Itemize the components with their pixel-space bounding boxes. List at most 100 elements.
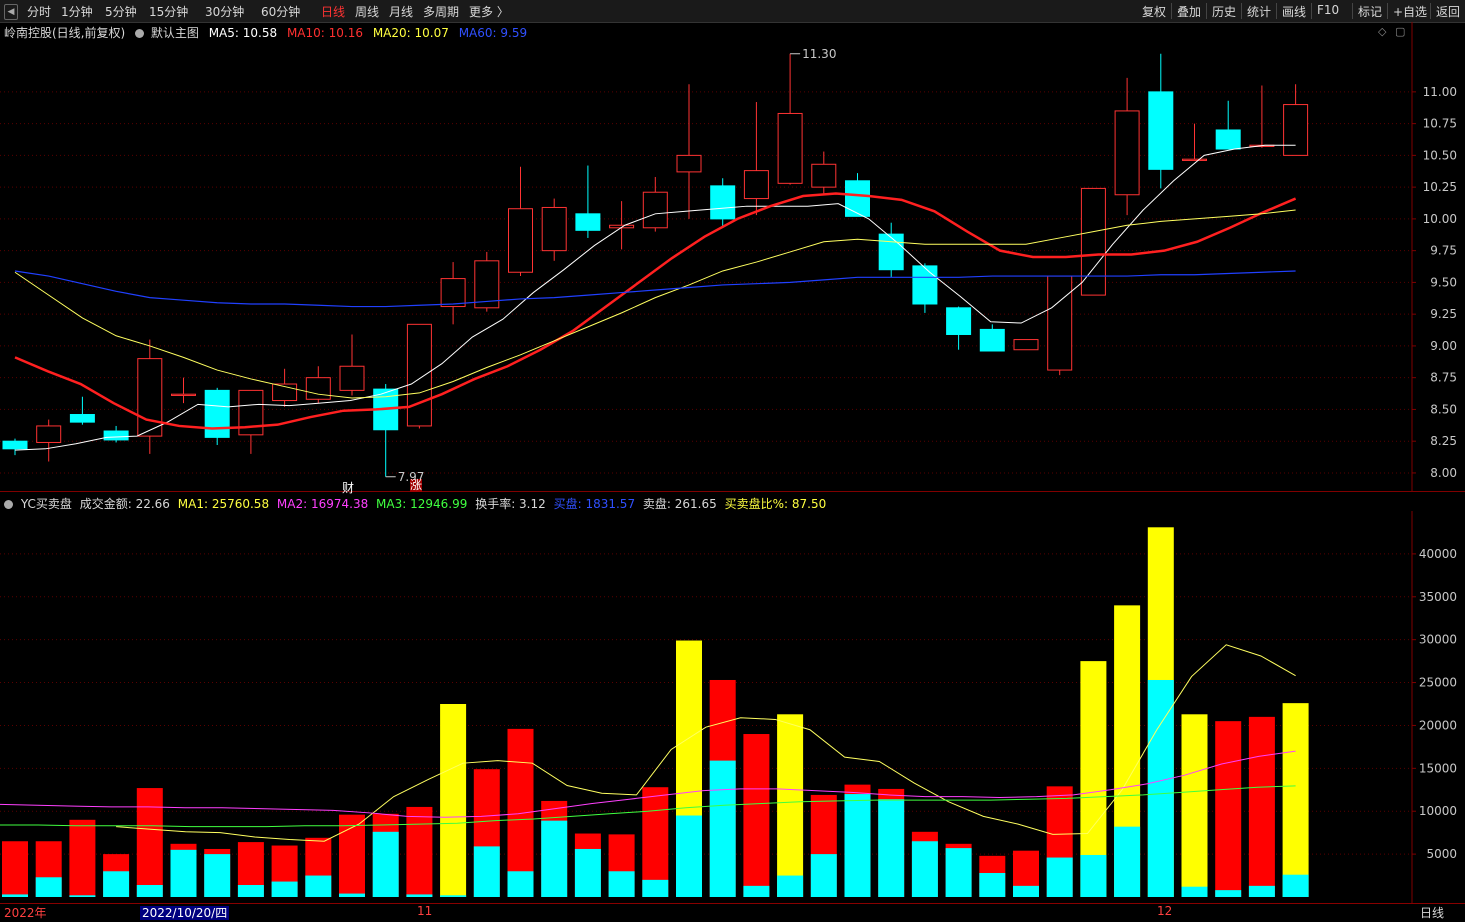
volume-buy-bar [1080,854,1107,897]
volume-buy-bar [777,875,804,897]
candle-body [171,393,196,396]
candle-body [575,213,601,231]
candle-body [1215,129,1241,150]
selected-date-text: 2022/10/20/四 [140,906,230,920]
price-tick-label: 9.75 [1430,244,1457,258]
volume-buy-bar [305,875,332,897]
price-tick-label: 11.00 [1423,85,1457,99]
period-tab-3[interactable]: 15分钟 [149,3,188,20]
price-tick-label: 10.75 [1423,117,1457,131]
candle-body [69,414,95,423]
period-toolbar: ◀ 分时 1分钟 5分钟 15分钟 30分钟 60分钟 日线 周线 月线 多周期 更多 〉 返回 +自选… [0,0,1465,23]
volume-buy-bar [136,884,163,897]
volume-buy-bar [406,894,433,897]
vol-ma3-label: MA3: 12946.99 [376,497,468,511]
earnings-marker[interactable]: 财 [342,479,354,496]
price-tick-label: 9.00 [1430,339,1457,353]
volume-buy-bar [2,894,28,897]
volume-buy-bar [574,848,601,897]
toolbar-button-7[interactable]: +自选 [1393,3,1427,20]
price-tick-label: 8.75 [1430,371,1457,385]
toolbar-button-6[interactable]: 标记 [1358,3,1382,20]
amount-label: 成交金额: 22.66 [79,497,170,511]
price-tick-label: 8.50 [1430,402,1457,416]
candle-body [508,208,533,273]
period-tab-8[interactable]: 月线 [389,3,413,20]
candle-body [710,185,736,220]
volume-tick-label: 35000 [1419,590,1457,604]
period-tab-1[interactable]: 1分钟 [61,3,93,20]
candle-body [912,265,938,305]
period-tab-5[interactable]: 60分钟 [261,3,300,20]
volume-buy-bar [878,799,905,897]
volume-buy-bar [440,895,467,897]
price-tick-label: 8.00 [1430,466,1457,480]
price-tick-label: 9.50 [1430,275,1457,289]
volume-tick-label: 5000 [1426,847,1457,861]
volume-buy-bar [69,895,96,897]
volume-total-bar [440,704,467,897]
volume-chart[interactable]: 40000 35000 30000 25000 20000 15000 10000 5000 [0,511,1465,903]
toolbar-button-0[interactable]: 复权 [1142,3,1166,20]
candle-body [305,377,331,400]
turnover-label: 换手率: 3.12 [475,497,546,511]
toolbar-button-3[interactable]: 统计 [1247,3,1271,20]
candle-body [103,430,129,441]
candle-body [946,307,972,335]
volume-buy-bar [507,871,534,897]
toolbar-button-5[interactable]: F10 [1317,3,1339,17]
toolbar-separator [1352,3,1353,19]
vol-ma2-label: MA2: 16974.38 [276,497,369,511]
volume-buy-bar [339,893,365,897]
candle-body [743,170,769,200]
candle-body [440,278,466,308]
price-tick-label: 10.50 [1423,148,1457,162]
limit-up-marker[interactable]: 涨 [410,479,423,492]
vol-ma1-label: MA1: 25760.58 [177,497,270,511]
volume-buy-bar [844,794,871,897]
period-tab-4[interactable]: 30分钟 [205,3,244,20]
candle-body [845,180,870,217]
indicator-dropdown-icon[interactable] [4,500,13,509]
volume-total-bar [1215,721,1242,897]
toolbar-button-1[interactable]: 叠加 [1177,3,1201,20]
toolbar-separator [1241,3,1242,19]
price-tick-label: 10.25 [1423,180,1457,194]
back-arrow-icon[interactable]: ◀ [4,4,18,20]
buy-label: 买盘: 1831.57 [553,497,636,511]
period-tab-0[interactable]: 分时 [27,3,51,20]
volume-buy-bar [979,872,1006,897]
toolbar-separator [1430,3,1431,19]
period-label[interactable]: 日线 [1420,904,1444,921]
candle-body [2,440,28,450]
candle-body [137,358,163,437]
volume-total-bar [1248,716,1275,897]
volume-buy-bar [1046,857,1073,897]
candle-body [811,163,837,188]
volume-tick-label: 25000 [1419,676,1457,690]
month-11-label: 11 [417,904,433,918]
volume-buy-bar [642,879,669,897]
period-tab-7[interactable]: 周线 [355,3,379,20]
period-tab-6[interactable]: 日线 [321,3,345,20]
toolbar-button-2[interactable]: 历史 [1212,3,1236,20]
indicator-name[interactable]: YC买卖盘 [21,497,72,511]
candle-body [1148,91,1174,170]
volume-total-bar [1282,703,1309,897]
volume-total-bar [743,734,770,897]
toolbar-separator [1171,3,1172,19]
volume-total-bar [69,819,96,897]
sell-label: 卖盘: 261.65 [642,497,717,511]
volume-buy-bar [1013,885,1039,897]
selected-date: 2022/10/20/四 [140,904,230,921]
candlestick-chart[interactable]: 11.00 10.75 10.50 10.25 10.00 9.75 9.50 9.25 9.0… [0,22,1465,492]
price-tick-label: 10.00 [1423,212,1457,226]
period-tab-10[interactable]: 更多 〉 [469,3,509,20]
volume-buy-bar [1248,885,1275,897]
period-tab-2[interactable]: 5分钟 [105,3,137,20]
toolbar-button-8[interactable]: 返回 [1436,3,1460,20]
candle-body [642,191,668,229]
volume-buy-bar [237,884,264,897]
toolbar-button-4[interactable]: 画线 [1282,3,1306,20]
period-tab-9[interactable]: 多周期 [423,3,459,20]
